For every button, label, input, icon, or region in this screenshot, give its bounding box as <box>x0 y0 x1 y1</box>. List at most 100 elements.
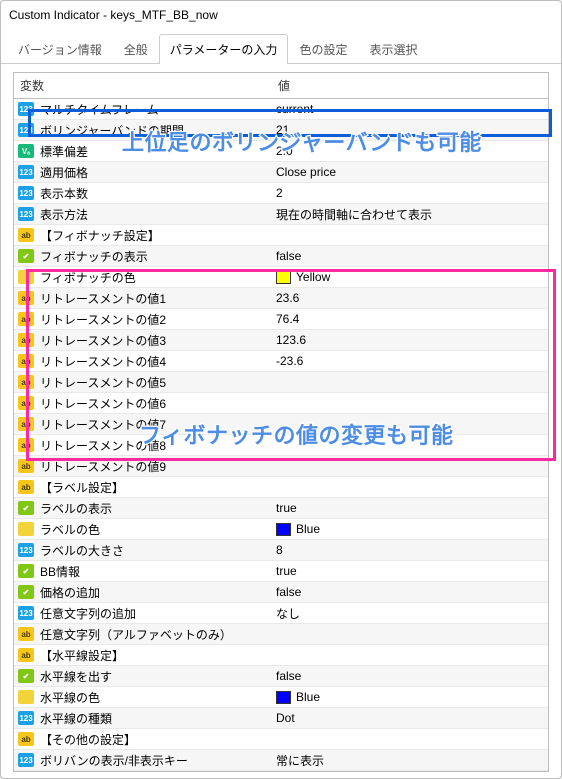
param-value: 76.4 <box>276 312 299 326</box>
param-name: ボリンジャーバンドの期間 <box>40 122 184 139</box>
param-row[interactable]: ab【ラベル設定】 <box>14 477 548 498</box>
param-name: リトレースメントの値3 <box>40 332 166 349</box>
ab-type-icon: ab <box>18 627 34 641</box>
param-value-cell[interactable]: Close price <box>272 165 548 179</box>
ab-type-icon: ab <box>18 291 34 305</box>
param-row[interactable]: abリトレースメントの値8 <box>14 435 548 456</box>
param-row[interactable]: ✔フィボナッチの表示false <box>14 246 548 267</box>
param-value-cell[interactable]: Blue <box>272 522 548 536</box>
tab-4[interactable]: 表示選択 <box>358 34 428 64</box>
param-value: Yellow <box>296 270 330 284</box>
param-value: 23.6 <box>276 291 299 305</box>
param-row[interactable]: ✔ BB情報 true <box>14 561 548 582</box>
param-value-cell[interactable]: 2.0 <box>272 144 548 158</box>
param-row[interactable]: ab【その他の設定】 <box>14 729 548 750</box>
param-value-cell[interactable]: true <box>272 564 548 578</box>
param-row[interactable]: 水平線の色 Blue <box>14 687 548 708</box>
param-name: ラベルの色 <box>40 521 100 538</box>
sig-type-icon: ✔ <box>18 669 34 683</box>
param-row[interactable]: 123適用価格Close price <box>14 162 548 183</box>
param-row[interactable]: 123 ボリンジャーバンドの期間 21 <box>14 120 548 141</box>
param-value-cell[interactable]: 2 <box>272 186 548 200</box>
num-type-icon: 123 <box>18 186 34 200</box>
param-value: 常に表示 <box>276 752 324 769</box>
param-row[interactable]: abリトレースメントの値6 <box>14 393 548 414</box>
grid-body: 123マルチタイムフレームcurrent123ボリンジャーバンドの期間21Vₐ標… <box>14 99 548 771</box>
param-value-cell[interactable]: false <box>272 585 548 599</box>
param-name: BB情報 <box>40 563 80 580</box>
param-row[interactable]: 123任意文字列の追加なし <box>14 603 548 624</box>
param-value-cell[interactable]: current <box>272 102 548 116</box>
param-row[interactable]: 123ボリバンの表示/非表示キー常に表示 <box>14 750 548 771</box>
tab-0[interactable]: バージョン情報 <box>7 34 113 64</box>
param-value: 現在の時間軸に合わせて表示 <box>276 206 432 223</box>
param-row[interactable]: abリトレースメントの値123.6 <box>14 288 548 309</box>
param-row[interactable]: 123表示方法現在の時間軸に合わせて表示 <box>14 204 548 225</box>
param-name: 任意文字列（アルファベットのみ） <box>40 626 232 643</box>
param-value-cell[interactable]: Yellow <box>272 270 548 284</box>
param-value: Close price <box>276 165 336 179</box>
param-row[interactable]: ✔水平線を出すfalse <box>14 666 548 687</box>
param-row[interactable]: フィボナッチの色Yellow <box>14 267 548 288</box>
param-value: false <box>276 249 301 263</box>
param-value: 2 <box>276 186 283 200</box>
param-value: true <box>276 564 297 578</box>
param-row[interactable]: ab リトレースメントの値3 123.6 <box>14 330 548 351</box>
param-row[interactable]: abリトレースメントの値4-23.6 <box>14 351 548 372</box>
grid-header: 変数 値 <box>14 73 548 99</box>
param-value-cell[interactable]: 常に表示 <box>272 752 548 769</box>
param-row[interactable]: ab【水平線設定】 <box>14 645 548 666</box>
param-value-cell[interactable]: true <box>272 501 548 515</box>
param-row[interactable]: 123ラベルの大きさ8 <box>14 540 548 561</box>
param-name: 【フィボナッチ設定】 <box>40 227 160 244</box>
num-type-icon: 123 <box>18 102 34 116</box>
param-name: リトレースメントの値4 <box>40 353 166 370</box>
tab-3[interactable]: 色の設定 <box>288 34 358 64</box>
num-type-icon: 123 <box>18 123 34 137</box>
header-value[interactable]: 値 <box>272 73 548 98</box>
param-value-cell[interactable]: 現在の時間軸に合わせて表示 <box>272 206 548 223</box>
param-value: なし <box>276 605 300 622</box>
param-row[interactable]: ab 任意文字列（アルファベットのみ） <box>14 624 548 645</box>
window-titlebar[interactable]: Custom Indicator - keys_MTF_BB_now <box>1 1 561 29</box>
col-type-icon <box>18 270 34 284</box>
param-row[interactable]: abリトレースメントの値5 <box>14 372 548 393</box>
num-type-icon: 123 <box>18 207 34 221</box>
param-value-cell[interactable]: 76.4 <box>272 312 548 326</box>
param-value-cell[interactable]: Blue <box>272 690 548 704</box>
parameters-grid: 変数 値 123マルチタイムフレームcurrent123ボリンジャーバンドの期間… <box>13 72 549 772</box>
param-row[interactable]: 123マルチタイムフレームcurrent <box>14 99 548 120</box>
param-row[interactable]: Vₐ 標準偏差 2.0 <box>14 141 548 162</box>
param-value-cell[interactable]: 23.6 <box>272 291 548 305</box>
col-type-icon <box>18 522 34 536</box>
ab-type-icon: ab <box>18 396 34 410</box>
param-name: 標準偏差 <box>40 143 88 160</box>
param-name: 水平線の色 <box>40 689 100 706</box>
param-value-cell[interactable]: -23.6 <box>272 354 548 368</box>
param-row[interactable]: 123表示本数2 <box>14 183 548 204</box>
param-row[interactable]: abリトレースメントの値9 <box>14 456 548 477</box>
param-name: リトレースメントの値7 <box>40 416 166 433</box>
param-row[interactable]: ✔ラベルの表示true <box>14 498 548 519</box>
param-value-cell[interactable]: false <box>272 249 548 263</box>
param-row[interactable]: 123水平線の種類Dot <box>14 708 548 729</box>
param-value-cell[interactable]: 21 <box>272 123 548 137</box>
param-value: false <box>276 585 301 599</box>
header-variable[interactable]: 変数 <box>14 73 272 98</box>
param-name: リトレースメントの値9 <box>40 458 166 475</box>
param-value-cell[interactable]: 123.6 <box>272 333 548 347</box>
sig-type-icon: ✔ <box>18 564 34 578</box>
ab-type-icon: ab <box>18 333 34 347</box>
param-row[interactable]: ラベルの色 Blue <box>14 519 548 540</box>
param-value-cell[interactable]: Dot <box>272 711 548 725</box>
param-value-cell[interactable]: false <box>272 669 548 683</box>
va-type-icon: Vₐ <box>18 144 34 158</box>
param-row[interactable]: ✔価格の追加false <box>14 582 548 603</box>
param-value-cell[interactable]: なし <box>272 605 548 622</box>
param-row[interactable]: ab【フィボナッチ設定】 <box>14 225 548 246</box>
param-value-cell[interactable]: 8 <box>272 543 548 557</box>
tab-2[interactable]: パラメーターの入力 <box>159 34 289 64</box>
param-row[interactable]: abリトレースメントの値7 <box>14 414 548 435</box>
tab-1[interactable]: 全般 <box>113 34 159 64</box>
param-row[interactable]: abリトレースメントの値276.4 <box>14 309 548 330</box>
